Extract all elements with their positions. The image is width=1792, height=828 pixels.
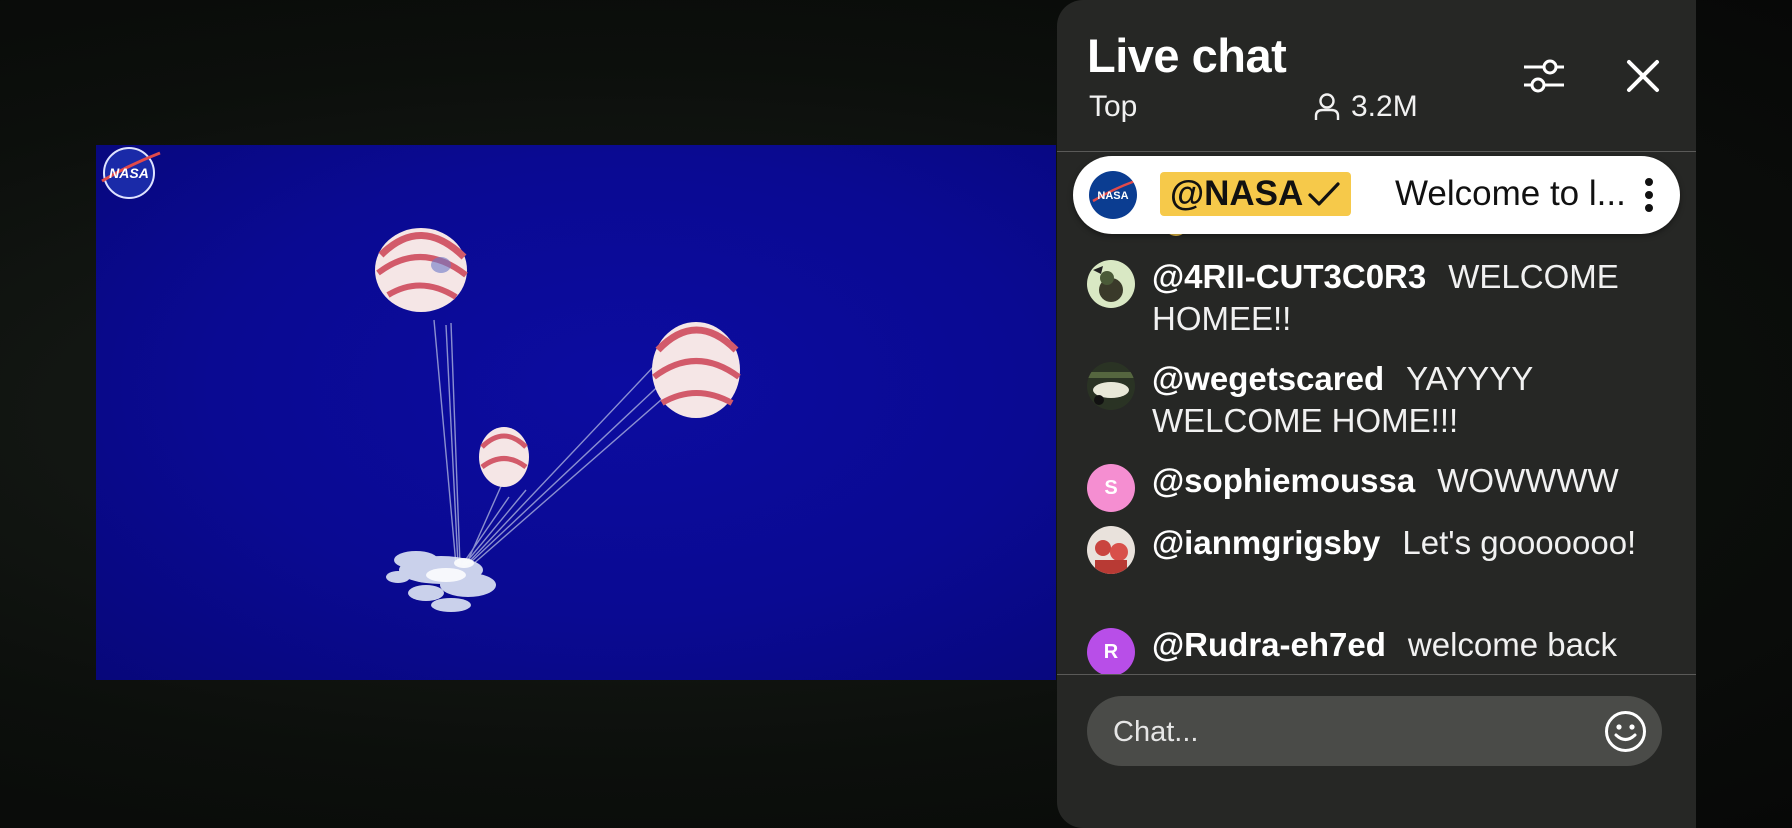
live-chat-panel: Live chat Top 3.2M NASA @NASA Welcome to… — [1057, 0, 1696, 828]
pinned-message[interactable]: NASA @NASA Welcome to l... — [1073, 156, 1680, 234]
parachute-3 — [479, 427, 529, 487]
chat-input[interactable] — [1111, 696, 1595, 768]
pinned-author-name: @NASA — [1170, 174, 1304, 213]
more-vertical-icon[interactable] — [1641, 176, 1657, 214]
user-avatar-icon — [1087, 526, 1135, 574]
avatar — [1087, 526, 1135, 574]
pinned-author[interactable]: @NASA — [1160, 172, 1352, 216]
video-frame — [375, 228, 741, 612]
avatar: S — [1087, 464, 1135, 512]
svg-text:NASA: NASA — [1097, 190, 1128, 202]
sliders-icon[interactable] — [1520, 52, 1568, 100]
nasa-logo-icon: NASA — [101, 147, 161, 199]
avatar: NASA — [1089, 171, 1137, 219]
message-author[interactable]: @4RII-CUT3C0R3 — [1152, 258, 1426, 295]
message-author[interactable]: @wegetscared — [1152, 360, 1384, 397]
svg-text:NASA: NASA — [109, 165, 149, 181]
message-author[interactable]: @Rudra-eh7ed — [1152, 626, 1386, 663]
smiley-icon[interactable] — [1603, 709, 1648, 754]
avatar — [1087, 362, 1135, 410]
viewer-count-value: 3.2M — [1351, 90, 1418, 123]
chat-input-container[interactable] — [1087, 696, 1662, 768]
nasa-avatar-icon: NASA — [1090, 172, 1136, 218]
parachute-2 — [652, 322, 741, 418]
parachute-1 — [375, 228, 468, 312]
pinned-text: Welcome to l... — [1395, 174, 1626, 213]
avatar — [1087, 260, 1135, 308]
chat-title: Live chat — [1087, 29, 1287, 82]
message-text: Let's gooooooo! — [1402, 524, 1637, 561]
message-text: welcome back — [1407, 626, 1617, 663]
message-author[interactable]: @sophiemoussa — [1152, 462, 1415, 499]
user-avatar-icon — [1087, 260, 1135, 308]
app-stage: NASA Live chat Top 3.2M NASA @NASA Welco… — [0, 0, 1792, 828]
chat-mode-selector[interactable]: Top — [1089, 90, 1137, 124]
message-text: WOWWWW — [1437, 462, 1619, 499]
message-author[interactable]: @ianmgrigsby — [1152, 524, 1380, 561]
close-icon[interactable] — [1621, 54, 1665, 98]
avatar: R — [1087, 628, 1135, 674]
user-avatar-icon — [1087, 362, 1135, 410]
person-icon — [1314, 93, 1340, 120]
viewer-count: 3.2M — [1313, 90, 1418, 124]
input-divider — [1057, 674, 1696, 675]
video-player[interactable]: NASA — [96, 145, 1056, 680]
checkmark-icon — [1308, 182, 1340, 206]
